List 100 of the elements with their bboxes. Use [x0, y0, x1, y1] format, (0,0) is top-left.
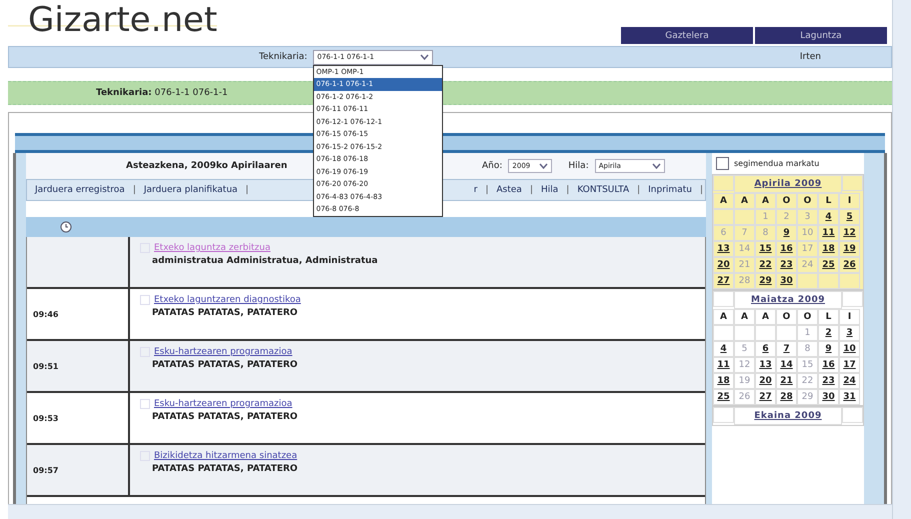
calendar-day[interactable]: 3: [839, 325, 860, 341]
calendar-day[interactable]: 9: [818, 341, 839, 357]
calendar-day[interactable]: 23: [776, 257, 797, 273]
calendar-day[interactable]: 30: [818, 389, 839, 405]
calendar-day[interactable]: 23: [818, 373, 839, 389]
calendar-day[interactable]: 26: [839, 257, 860, 273]
nav-separator: |: [132, 185, 137, 195]
calendar-cell: [797, 273, 818, 289]
nav-separator: |: [244, 185, 250, 195]
follow-up-checkbox[interactable]: [716, 157, 729, 170]
activity-link[interactable]: Esku-hartzearen programazioa: [154, 399, 292, 409]
activity-link[interactable]: Etxeko laguntzaren diagnostikoa: [154, 295, 301, 305]
calendar-day[interactable]: 22: [755, 257, 776, 273]
nav-separator: |: [565, 185, 570, 195]
calendar-cell: [776, 325, 797, 341]
calendar-day[interactable]: 20: [755, 373, 776, 389]
nav-link[interactable]: Astea: [496, 185, 522, 195]
year-label: Año:: [482, 161, 502, 171]
calendar-cell: [842, 175, 863, 191]
calendar-day[interactable]: 7: [776, 341, 797, 357]
calendar-day[interactable]: 14: [776, 357, 797, 373]
calendar-day[interactable]: 9: [776, 225, 797, 241]
month-title[interactable]: Apirila 2009: [734, 175, 842, 193]
calendar-day[interactable]: 18: [713, 373, 734, 389]
header-button[interactable]: Laguntza: [755, 27, 887, 44]
calendar-day[interactable]: 25: [818, 257, 839, 273]
nav-link[interactable]: KONTSULTA: [577, 185, 630, 195]
weekday-label: A: [734, 309, 755, 325]
day-title: Asteazkena, 2009ko Apirilaaren: [126, 161, 288, 171]
calendar-day[interactable]: 13: [713, 241, 734, 257]
calendar-day[interactable]: 16: [776, 241, 797, 257]
calendar-day[interactable]: 28: [776, 389, 797, 405]
calendar-day[interactable]: 15: [755, 241, 776, 257]
nav-link[interactable]: Hila: [541, 185, 558, 195]
vertical-scrollbar[interactable]: [892, 0, 911, 519]
calendar-day[interactable]: 2: [818, 325, 839, 341]
nav-separator: |: [484, 185, 490, 195]
person-name: PATATAS PATATAS, PATATERO: [152, 308, 299, 318]
activity-checkbox[interactable]: [140, 399, 150, 409]
month-title[interactable]: Ekaina 2009: [734, 407, 842, 425]
calendar-day[interactable]: 19: [839, 241, 860, 257]
weekday-label: A: [713, 193, 734, 209]
calendar-cell: [713, 407, 734, 423]
horizontal-scrollbar[interactable]: [8, 504, 892, 519]
activity-checkbox[interactable]: [140, 295, 150, 305]
activity-link[interactable]: Bizikidetza hitzarmena sinatzea: [154, 451, 298, 461]
clock-icon: [60, 221, 72, 233]
calendar-day[interactable]: 11: [818, 225, 839, 241]
calendar-day[interactable]: 20: [713, 257, 734, 273]
calendar-day[interactable]: 10: [839, 341, 860, 357]
technician-label: Teknikaria:: [259, 52, 308, 62]
calendar-day[interactable]: 27: [713, 273, 734, 289]
calendar-cell: [713, 175, 734, 191]
weekday-label: O: [797, 309, 818, 325]
nav-separator: |: [698, 185, 704, 195]
calendar-day[interactable]: 25: [713, 389, 734, 405]
exit-link[interactable]: Irten: [800, 52, 821, 62]
caret-icon: [652, 163, 661, 169]
weekday-label: A: [755, 309, 776, 325]
weekday-label: A: [734, 193, 755, 209]
calendar-day[interactable]: 17: [839, 357, 860, 373]
follow-up-label: segimendua markatu: [734, 159, 820, 168]
nav-link[interactable]: Inprimatu: [648, 185, 692, 195]
weekday-label: L: [818, 309, 839, 325]
calendar-day[interactable]: 31: [839, 389, 860, 405]
weekday-label: A: [755, 193, 776, 209]
calendar-day[interactable]: 24: [839, 373, 860, 389]
weekday-label: I: [839, 309, 860, 325]
calendar-cell: [713, 291, 734, 307]
activity-link[interactable]: Esku-hartzearen programazioa: [154, 347, 292, 357]
weekday-label: L: [818, 193, 839, 209]
nav-separator: |: [636, 185, 642, 195]
nav-separator: |: [528, 185, 534, 195]
person-name: administratua Administratua, Administratua: [152, 256, 378, 266]
calendar-day[interactable]: 5: [839, 209, 860, 225]
caret-icon: [539, 163, 548, 169]
nav-link[interactable]: Jarduera planifikatua: [144, 185, 238, 195]
calendar-day[interactable]: 11: [713, 357, 734, 373]
calendar-day[interactable]: 13: [755, 357, 776, 373]
calendar-day[interactable]: 29: [755, 273, 776, 289]
calendar-cell: [755, 325, 776, 341]
calendar-day[interactable]: 6: [755, 341, 776, 357]
activity-time: 09:51: [33, 362, 58, 370]
person-name: PATATAS PATATAS, PATATERO: [152, 464, 298, 474]
weekday-label: O: [797, 193, 818, 209]
person-name: PATATAS PATATAS, PATATERO: [152, 412, 298, 422]
calendar-day[interactable]: 21: [776, 373, 797, 389]
calendar-day[interactable]: 18: [818, 241, 839, 257]
calendar-day[interactable]: 30: [776, 273, 797, 289]
nav-link[interactable]: Jarduera erregistroa: [35, 185, 125, 195]
calendar-day[interactable]: 12: [839, 225, 860, 241]
header-button[interactable]: Gaztelera: [621, 27, 753, 44]
nav-link[interactable]: r: [474, 185, 478, 195]
activity-time: 09:46: [33, 310, 58, 318]
calendar-day[interactable]: 16: [818, 357, 839, 373]
month-title[interactable]: Maiatza 2009: [734, 291, 842, 309]
calendar-day[interactable]: 27: [755, 389, 776, 405]
calendar-day[interactable]: 4: [713, 341, 734, 357]
calendar-day[interactable]: 4: [818, 209, 839, 225]
activity-time: 09:53: [33, 414, 58, 422]
